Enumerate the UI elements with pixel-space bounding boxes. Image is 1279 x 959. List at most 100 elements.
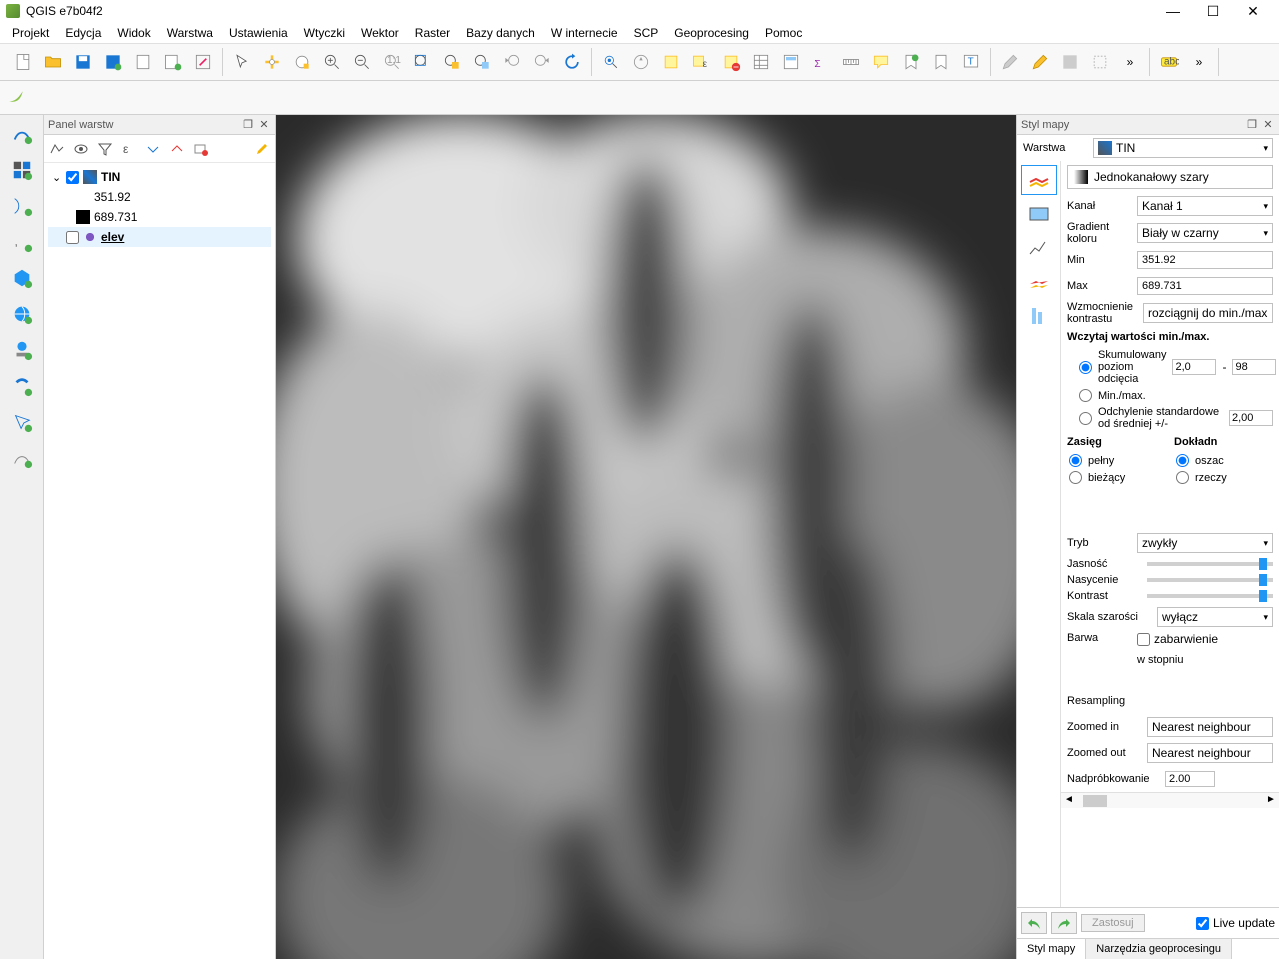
- wcs-layer-icon[interactable]: [7, 335, 37, 365]
- new-shapefile-icon[interactable]: [7, 407, 37, 437]
- h-scrollbar[interactable]: ◄ ►: [1061, 792, 1279, 808]
- min-input[interactable]: [1137, 251, 1273, 269]
- symbology-tab-icon[interactable]: [1021, 165, 1057, 195]
- select-expr-icon[interactable]: ε: [687, 48, 715, 76]
- cum-hi-input[interactable]: [1232, 359, 1276, 375]
- delimited-text-icon[interactable]: ,: [7, 227, 37, 257]
- deselect-icon[interactable]: [717, 48, 745, 76]
- zoom-last-icon[interactable]: [498, 48, 526, 76]
- menu-wtyczki[interactable]: Wtyczki: [296, 24, 353, 42]
- save-edits-icon[interactable]: [1056, 48, 1084, 76]
- redo-style-icon[interactable]: [1051, 912, 1077, 934]
- saturation-slider[interactable]: [1147, 578, 1273, 582]
- live-update-checkbox[interactable]: [1196, 917, 1209, 930]
- menu-scp[interactable]: SCP: [626, 24, 667, 42]
- expression-icon[interactable]: ε: [118, 138, 140, 160]
- expand-icon[interactable]: [142, 138, 164, 160]
- chevron-down-icon[interactable]: ⌄: [52, 171, 66, 184]
- close-panel-icon[interactable]: ✕: [257, 118, 271, 132]
- cum-lo-input[interactable]: [1172, 359, 1216, 375]
- radio-std[interactable]: Odchylenie standardowe od średniej +/-: [1061, 404, 1279, 432]
- wms-layer-icon[interactable]: [7, 299, 37, 329]
- attributes-icon[interactable]: [747, 48, 775, 76]
- maximize-button[interactable]: ☐: [1193, 0, 1233, 22]
- stats-icon[interactable]: Σ: [807, 48, 835, 76]
- zoom-full-icon[interactable]: [408, 48, 436, 76]
- range-full-radio[interactable]: [1069, 454, 1082, 467]
- scroll-left-icon[interactable]: ◄: [1061, 793, 1077, 809]
- brightness-slider[interactable]: [1147, 562, 1273, 566]
- menu-projekt[interactable]: Projekt: [4, 24, 57, 42]
- style-content[interactable]: Jednokanałowy szary Kanał Kanał 1▾ Gradi…: [1061, 161, 1279, 907]
- bookmarks-icon[interactable]: [927, 48, 955, 76]
- undock-icon[interactable]: ❐: [241, 118, 255, 132]
- style-preset-icon[interactable]: [46, 138, 68, 160]
- add-feature-icon[interactable]: [1086, 48, 1114, 76]
- tab-processing[interactable]: Narzędzia geoprocesingu: [1086, 939, 1232, 959]
- pan-icon[interactable]: [258, 48, 286, 76]
- minimize-button[interactable]: —: [1153, 0, 1193, 22]
- tab-style[interactable]: Styl mapy: [1017, 939, 1086, 959]
- rendering-tab-icon[interactable]: [1021, 267, 1057, 297]
- zoom-selection-icon[interactable]: [438, 48, 466, 76]
- menu-warstwa[interactable]: Warstwa: [159, 24, 221, 42]
- max-input[interactable]: [1137, 277, 1273, 295]
- layer-elev-row[interactable]: elev: [48, 227, 271, 247]
- radio-cumulative[interactable]: Skumulowany poziom odcięcia -: [1061, 347, 1279, 387]
- close-button[interactable]: ✕: [1233, 0, 1273, 22]
- renderer-select[interactable]: Jednokanałowy szary: [1067, 165, 1273, 189]
- new-print-icon[interactable]: [129, 48, 157, 76]
- scroll-right-icon[interactable]: ►: [1263, 793, 1279, 809]
- std-input[interactable]: [1229, 410, 1273, 426]
- zoom-layer-icon[interactable]: [468, 48, 496, 76]
- map-canvas[interactable]: [276, 115, 1016, 959]
- grayscale-select[interactable]: wyłącz▾: [1157, 607, 1273, 627]
- menu-bazy[interactable]: Bazy danych: [458, 24, 543, 42]
- refresh-icon[interactable]: [558, 48, 586, 76]
- layer-select[interactable]: TIN ▾: [1093, 138, 1273, 158]
- qgis-leaf-icon[interactable]: [2, 84, 30, 112]
- identify-icon[interactable]: [597, 48, 625, 76]
- style-manager-icon[interactable]: [189, 48, 217, 76]
- histogram-tab-icon[interactable]: [1021, 233, 1057, 263]
- zoom-next-icon[interactable]: [528, 48, 556, 76]
- gradient-select[interactable]: Biały w czarny▾: [1137, 223, 1273, 243]
- menu-geoproc[interactable]: Geoprocesing: [666, 24, 757, 42]
- tint-checkbox[interactable]: [1137, 633, 1150, 646]
- layer-elev-checkbox[interactable]: [66, 231, 79, 244]
- overflow2-icon[interactable]: »: [1185, 48, 1213, 76]
- range-cur-radio[interactable]: [1069, 471, 1082, 484]
- menu-raster[interactable]: Raster: [407, 24, 458, 42]
- close-style-icon[interactable]: ✕: [1261, 118, 1275, 132]
- raster-layer-icon[interactable]: [7, 155, 37, 185]
- live-update-toggle[interactable]: Live update: [1196, 916, 1275, 930]
- acc-real-radio[interactable]: [1176, 471, 1189, 484]
- virtual-layer-icon[interactable]: [7, 371, 37, 401]
- eye-icon[interactable]: [70, 138, 92, 160]
- channel-select[interactable]: Kanał 1▾: [1137, 196, 1273, 216]
- radio-minmax[interactable]: Min./max.: [1061, 387, 1279, 404]
- radio-minmax-input[interactable]: [1079, 389, 1092, 402]
- label-tool-icon[interactable]: abc: [1155, 48, 1183, 76]
- history-tab-icon[interactable]: [1021, 301, 1057, 331]
- new-project-icon[interactable]: [9, 48, 37, 76]
- overflow-icon[interactable]: »: [1116, 48, 1144, 76]
- layer-tin-row[interactable]: ⌄ TIN: [48, 167, 271, 187]
- filter-icon[interactable]: [94, 138, 116, 160]
- pan-selection-icon[interactable]: [288, 48, 316, 76]
- apply-button[interactable]: Zastosuj: [1081, 914, 1145, 932]
- open-project-icon[interactable]: [39, 48, 67, 76]
- field-calc-icon[interactable]: [777, 48, 805, 76]
- edit-pencil-icon[interactable]: [996, 48, 1024, 76]
- menu-ustawienia[interactable]: Ustawienia: [221, 24, 296, 42]
- transparency-tab-icon[interactable]: [1021, 199, 1057, 229]
- measure-icon[interactable]: [837, 48, 865, 76]
- brush-icon[interactable]: [251, 138, 273, 160]
- zoom-out-icon[interactable]: [348, 48, 376, 76]
- spatialite-icon[interactable]: [7, 263, 37, 293]
- layers-tree[interactable]: ⌄ TIN 351.92 689.731 elev: [44, 163, 275, 959]
- edit-yellow-icon[interactable]: [1026, 48, 1054, 76]
- zoomed-out-select[interactable]: Nearest neighbour: [1147, 743, 1273, 763]
- menu-wektor[interactable]: Wektor: [353, 24, 407, 42]
- contrast-slider[interactable]: [1147, 594, 1273, 598]
